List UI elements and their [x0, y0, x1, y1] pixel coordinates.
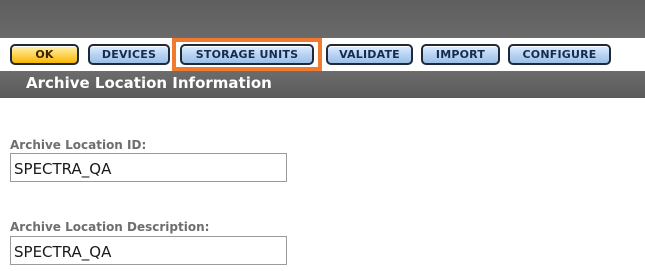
ok-button[interactable]: OK: [10, 44, 79, 65]
validate-button[interactable]: VALIDATE: [326, 44, 413, 65]
configure-button[interactable]: CONFIGURE: [508, 44, 611, 65]
action-toolbar: OK DEVICES STORAGE UNITS VALIDATE IMPORT…: [0, 38, 645, 71]
archive-location-id-label: Archive Location ID:: [10, 138, 147, 152]
ok-slot: OK: [10, 41, 79, 68]
storage-units-button[interactable]: STORAGE UNITS: [180, 44, 314, 65]
section-header: Archive Location Information: [0, 71, 645, 98]
import-button[interactable]: IMPORT: [421, 44, 500, 65]
devices-button[interactable]: DEVICES: [88, 44, 170, 65]
validate-slot: VALIDATE: [326, 41, 413, 68]
configure-slot: CONFIGURE: [508, 41, 611, 68]
archive-location-id-input[interactable]: [10, 153, 287, 182]
devices-slot: DEVICES: [88, 41, 170, 68]
archive-location-description-label: Archive Location Description:: [10, 220, 210, 234]
archive-location-description-input[interactable]: [10, 236, 287, 265]
storage-units-highlight: STORAGE UNITS: [172, 38, 322, 71]
import-slot: IMPORT: [421, 41, 500, 68]
top-banner: [0, 0, 645, 38]
